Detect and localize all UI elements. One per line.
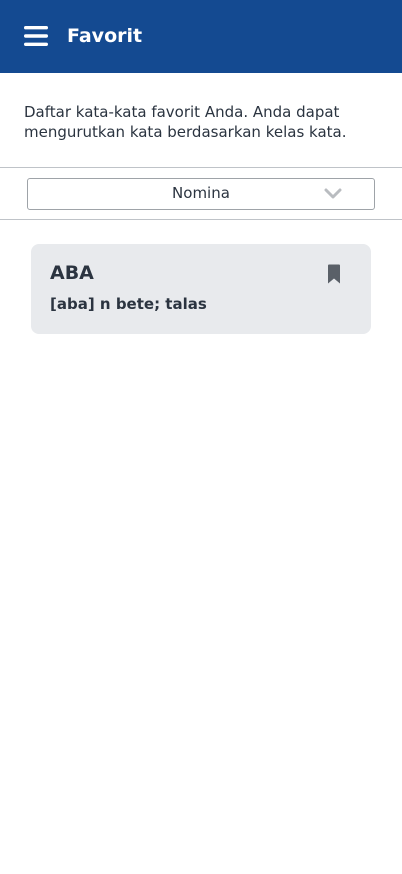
bookmark-button[interactable]: [327, 264, 341, 284]
page-title: Favorit: [67, 25, 143, 47]
bookmark-icon: [328, 264, 340, 284]
divider-top: [0, 167, 402, 168]
app-header: Favorit: [0, 0, 402, 73]
favorite-word-card[interactable]: ABA [aba] n bete; talas: [31, 244, 371, 334]
chevron-down-icon: [324, 188, 342, 200]
word-class-selected-value: Nomina: [172, 184, 230, 202]
menu-button[interactable]: [22, 24, 50, 48]
favorite-word-definition: [aba] n bete; talas: [50, 295, 207, 313]
intro-text: Daftar kata-kata favorit Anda. Anda dapa…: [24, 103, 347, 141]
word-class-select[interactable]: Nomina: [27, 178, 375, 210]
divider-bottom: [0, 219, 402, 220]
favorite-word-title: ABA: [50, 262, 94, 284]
app-screen: Favorit Daftar kata-kata favorit Anda. A…: [0, 0, 402, 874]
hamburger-menu-icon: [24, 26, 48, 46]
